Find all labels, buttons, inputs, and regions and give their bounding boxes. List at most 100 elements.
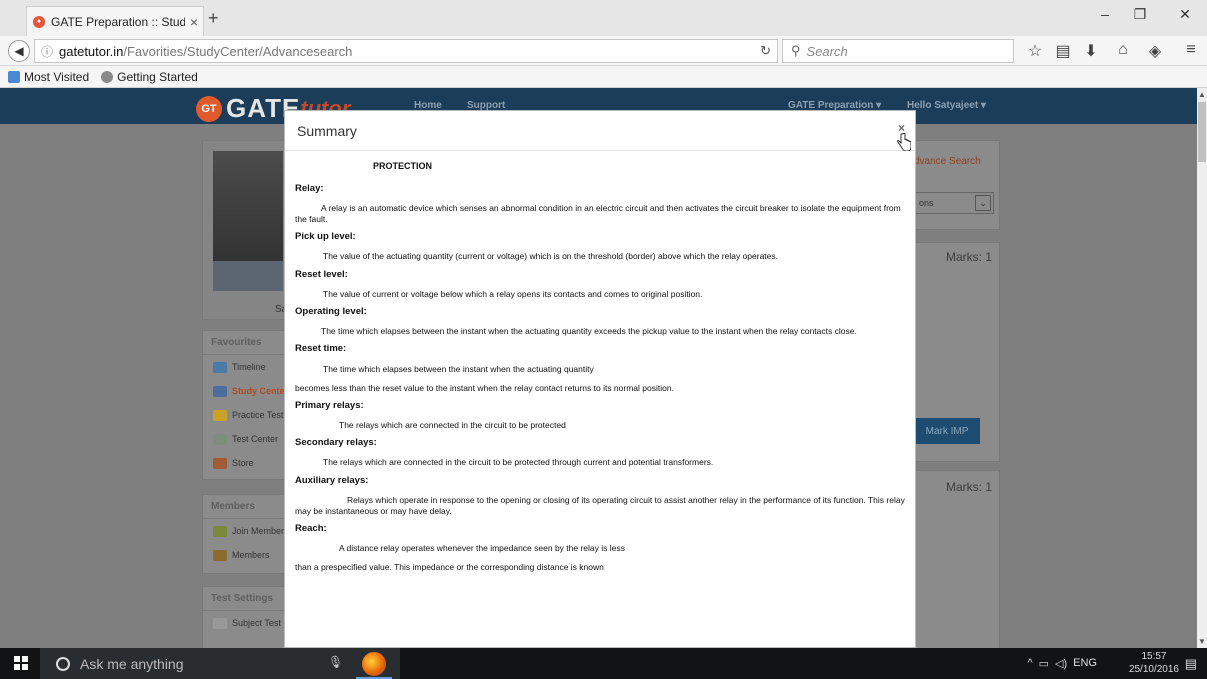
maximize-button[interactable]: ❐ — [1125, 6, 1155, 23]
modal-header: Summary × — [285, 111, 915, 151]
sidebar-item-timeline[interactable]: Timeline — [203, 355, 289, 379]
site-favicon-icon: ● — [33, 15, 45, 28]
profile-card: Sa — [202, 140, 290, 320]
info-icon[interactable]: ⓘ — [41, 43, 53, 60]
test-icon — [213, 433, 227, 445]
sidebar-item-label: Timeline — [232, 362, 266, 372]
tab-close-icon[interactable]: × — [185, 14, 203, 30]
definition-text: The time which elapses between the insta… — [321, 326, 857, 337]
sidebar-item-label: Practice Test — [232, 410, 284, 420]
logo-badge: GT — [196, 95, 222, 122]
browser-nav-bar: ◀ ⓘ gatetutor.in /Favorities/StudyCenter… — [0, 36, 1207, 66]
search-placeholder: Search — [806, 43, 848, 59]
sidebar-item-study-center[interactable]: Study Center — [203, 379, 289, 403]
url-path: /Favorities/StudyCenter/Advancesearch — [123, 43, 353, 59]
scroll-thumb[interactable] — [1198, 102, 1206, 162]
tab-title: GATE Preparation :: Study ... — [51, 14, 185, 29]
test-settings-title: Test Settings — [203, 587, 289, 611]
windows-taskbar: Ask me anything 🎙 ^ ▭ ◁) ENG 15:57 25/10… — [0, 648, 1207, 679]
sidebar-item-practice-test[interactable]: Practice Test — [203, 403, 289, 427]
back-arrow-icon[interactable]: ◀ — [8, 40, 30, 62]
term-auxiliary-relays: Auxiliary relays: — [295, 474, 369, 486]
scroll-down-icon[interactable]: ▼ — [1197, 637, 1207, 646]
microphone-icon[interactable]: 🎙 — [328, 655, 343, 669]
page-scrollbar[interactable]: ▲ ▼ — [1197, 88, 1207, 648]
filter-select-value: ons — [919, 198, 934, 208]
language-indicator[interactable]: ENG — [1073, 657, 1097, 670]
browser-search-input[interactable]: ⚲ Search — [782, 39, 1014, 63]
advance-search-link[interactable]: dvance Search — [914, 156, 981, 167]
globe-icon — [101, 70, 114, 83]
members-title: Members — [203, 495, 289, 519]
pocket-icon[interactable]: ◈ — [1144, 41, 1166, 61]
menu-icon[interactable]: ≡ — [1180, 41, 1202, 59]
sidebar-item-label: Study Center — [232, 386, 289, 396]
modal-body: PROTECTION Relay: A relay is an automati… — [285, 151, 915, 573]
term-relay: Relay: — [295, 182, 324, 194]
summary-modal: Summary × PROTECTION Relay: A relay is a… — [284, 110, 916, 648]
close-window-button[interactable]: ✕ — [1170, 6, 1200, 23]
term-reset-time: Reset time: — [295, 343, 347, 355]
bookmark-star-icon[interactable]: ☆ — [1024, 41, 1046, 61]
volume-icon[interactable]: ◁) — [1055, 657, 1067, 670]
folder-icon — [213, 409, 227, 421]
sidebar-item-store[interactable]: Store — [203, 451, 289, 475]
favourites-title: Favourites — [203, 331, 289, 355]
chevron-down-icon: ⌄ — [975, 195, 991, 211]
sidebar-item-members[interactable]: Members — [203, 543, 289, 567]
bookmark-getting-started[interactable]: Getting Started — [101, 70, 198, 84]
reload-icon[interactable]: ↻ — [760, 43, 771, 59]
bookmark-most-visited[interactable]: Most Visited — [8, 70, 89, 84]
windows-start-icon[interactable] — [14, 656, 28, 670]
term-pick-up-level: Pick up level: — [295, 231, 356, 243]
bookmark-label: Getting Started — [117, 69, 198, 84]
minimize-button[interactable]: – — [1090, 6, 1120, 22]
cortana-search-text: Ask me anything — [80, 655, 184, 672]
download-icon[interactable]: ⬇ — [1080, 41, 1102, 61]
term-operating-level: Operating level: — [295, 305, 367, 317]
filter-select[interactable]: ons ⌄ — [914, 192, 994, 214]
definition-text: Relays which operate in response to the … — [295, 494, 905, 516]
url-bar[interactable]: ⓘ gatetutor.in /Favorities/StudyCenter/A… — [34, 39, 778, 63]
test-settings-panel: Test Settings Subject Test — [202, 586, 290, 648]
sidebar-item-label: Store — [232, 458, 254, 468]
profile-photo-shirt — [213, 261, 283, 291]
cortana-search[interactable]: Ask me anything — [40, 648, 400, 679]
sidebar-item-join-members[interactable]: Join Members — [203, 519, 289, 543]
bookmarks-bar: Most Visited Getting Started — [0, 66, 1207, 88]
browser-tab[interactable]: ● GATE Preparation :: Study ... × — [26, 6, 204, 36]
definition-text: The value of current or voltage below wh… — [323, 288, 703, 299]
scroll-up-icon[interactable]: ▲ — [1197, 90, 1207, 99]
bookmark-label: Most Visited — [24, 69, 90, 84]
sidebar-item-subject-test[interactable]: Subject Test — [203, 611, 289, 635]
clock[interactable]: 15:57 25/10/2016 — [1129, 650, 1179, 676]
books-icon — [213, 385, 227, 397]
reading-list-icon[interactable]: ▤ — [1052, 41, 1074, 61]
definition-text: A relay is an automatic device which sen… — [295, 203, 901, 225]
sidebar-item-test-center[interactable]: Test Center — [203, 427, 289, 451]
definition-text: A distance relay operates whenever the i… — [339, 543, 625, 554]
members-panel: Members Join Members Members — [202, 494, 290, 574]
definition-text: The value of the actuating quantity (cur… — [323, 251, 779, 262]
members-icon — [213, 549, 227, 561]
term-primary-relays: Primary relays: — [295, 399, 364, 411]
favourites-panel: Favourites Timeline Study Center Practic… — [202, 330, 290, 480]
definition-text: The relays which are connected in the ci… — [339, 420, 566, 431]
clock-time: 15:57 — [1141, 651, 1167, 662]
marks-label: Marks: 1 — [946, 250, 993, 264]
definition-text: The time which elapses between the insta… — [323, 363, 594, 374]
cortana-icon — [56, 656, 70, 671]
network-icon[interactable]: ▭ — [1039, 657, 1049, 670]
modal-title: Summary — [297, 122, 357, 139]
firefox-icon[interactable] — [362, 652, 386, 676]
new-tab-button[interactable]: + — [208, 8, 219, 29]
chevron-up-icon[interactable]: ^ — [1027, 657, 1032, 670]
folder-icon — [8, 70, 20, 83]
timeline-icon — [213, 361, 227, 373]
join-members-icon — [213, 525, 227, 537]
mark-imp-button[interactable]: Mark IMP — [914, 418, 980, 444]
nav-user-menu[interactable]: Hello Satyajeet ▾ — [907, 100, 986, 111]
home-icon[interactable]: ⌂ — [1112, 41, 1134, 59]
notification-icon[interactable]: ▤ — [1185, 656, 1197, 672]
definition-text: The relays which are connected in the ci… — [323, 457, 714, 468]
